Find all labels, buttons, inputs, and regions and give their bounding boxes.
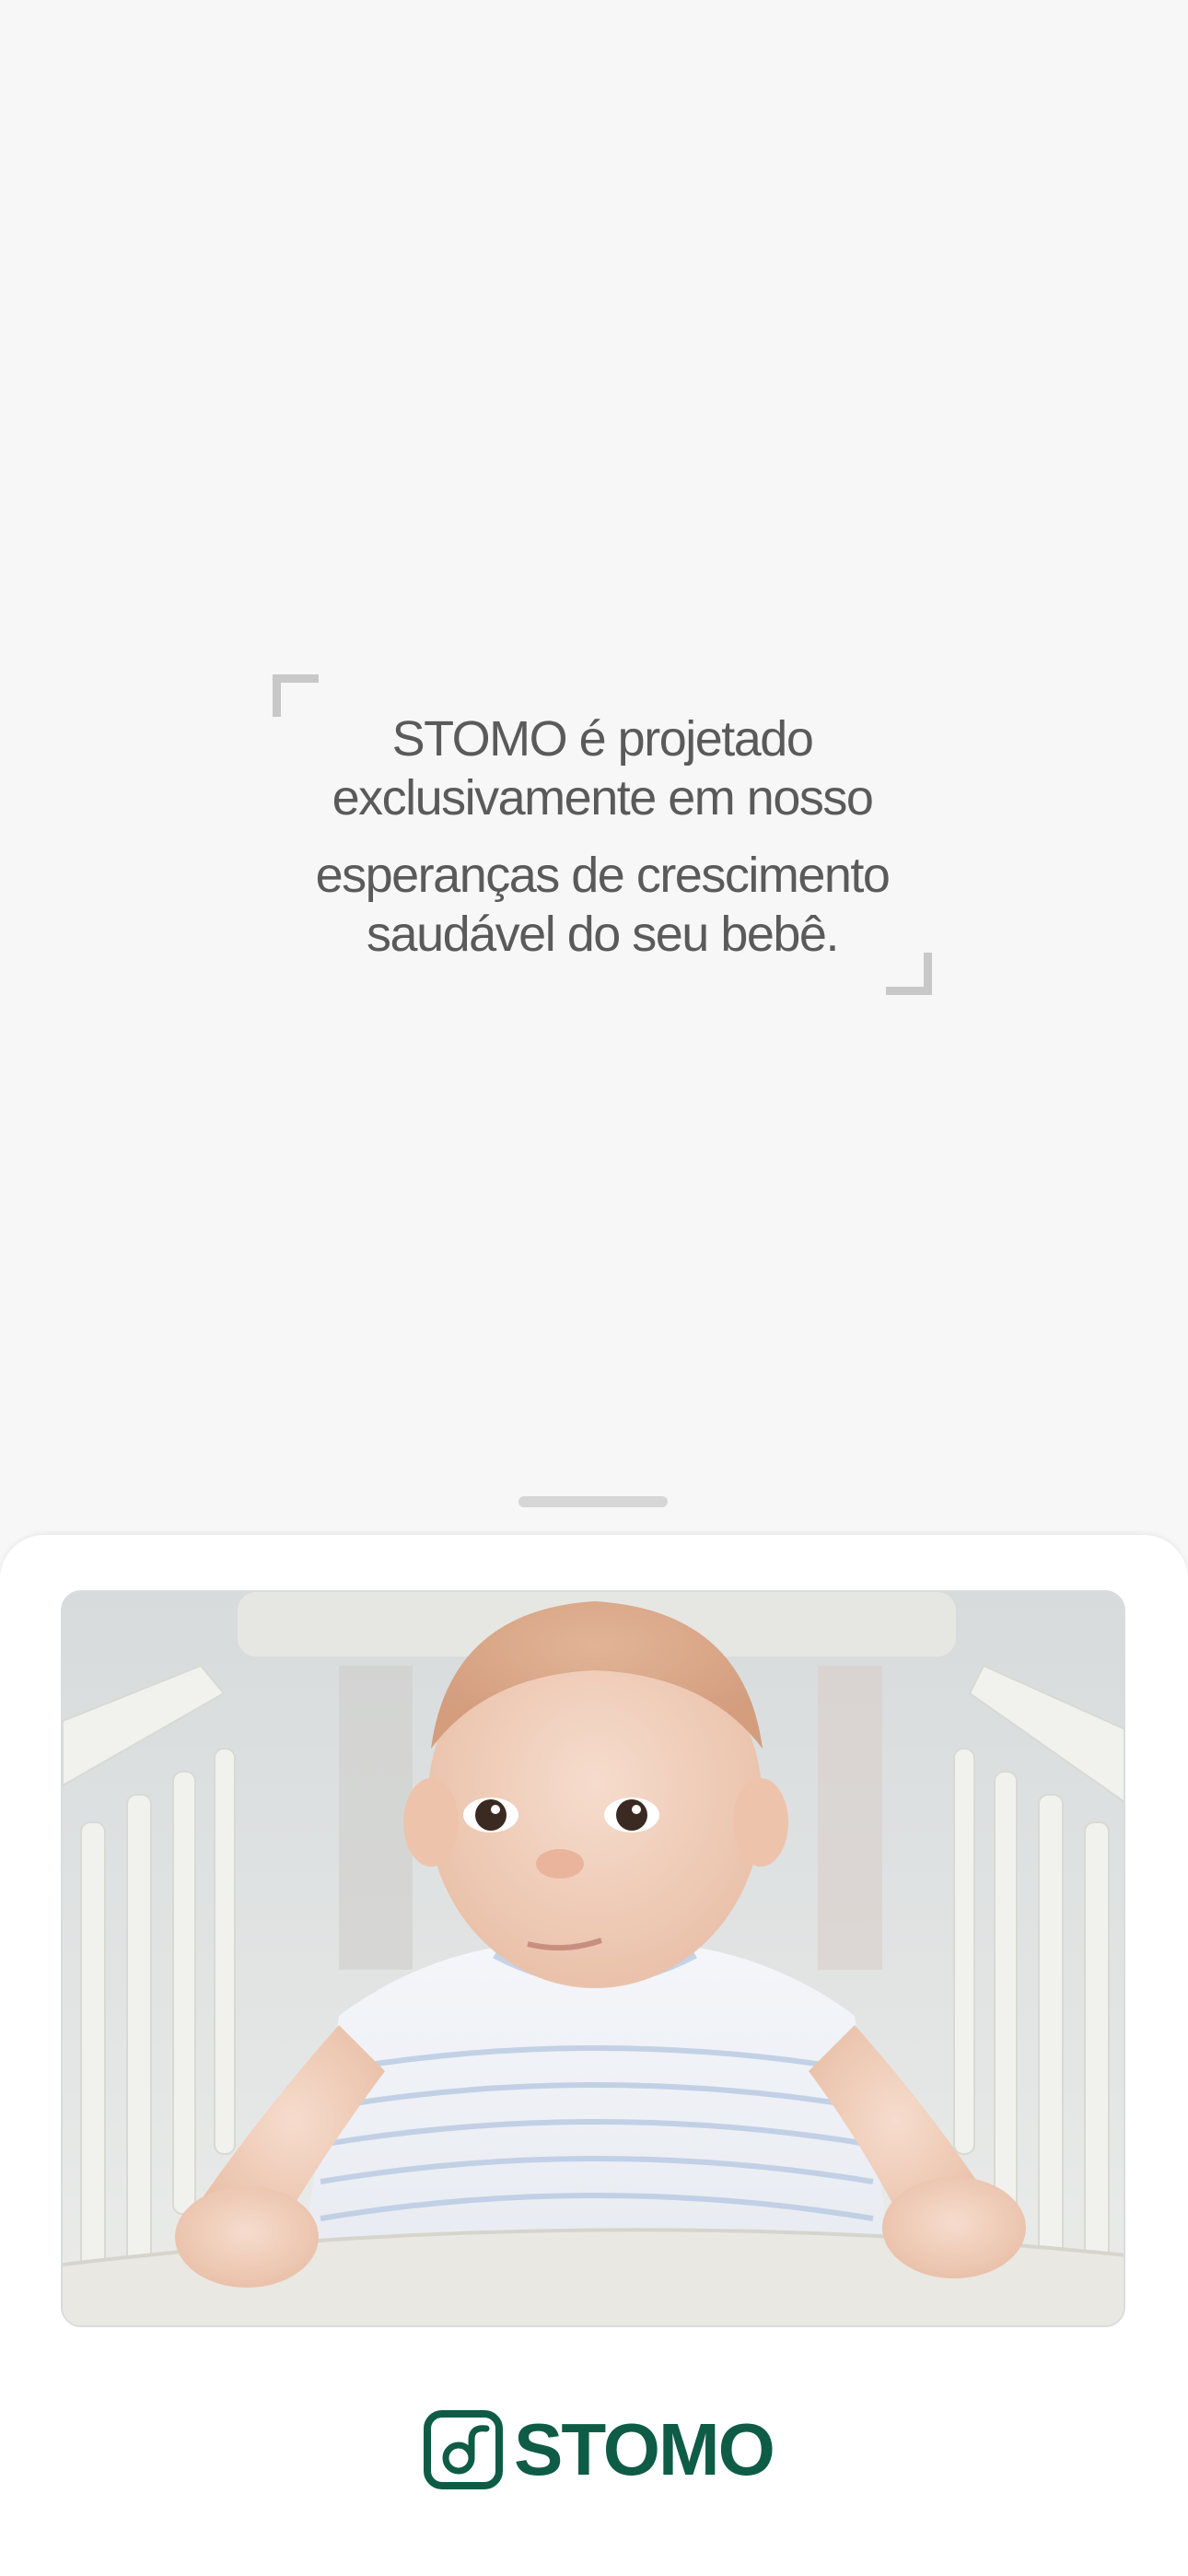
brand-name: STOMO <box>514 2408 775 2490</box>
quote-line-1: STOMO é projetado <box>391 711 814 767</box>
bottom-sheet: STOMO <box>0 1535 1188 2576</box>
sheet-drag-handle[interactable] <box>518 1496 668 1507</box>
quote-line-3: esperanças de crescimento <box>315 848 891 903</box>
stomo-logo-icon <box>424 2410 503 2489</box>
baby-in-crib-photo <box>61 1590 1125 2327</box>
quote-block: STOMO é projetado exclusivamente em noss… <box>273 674 932 995</box>
stomo-logo: STOMO <box>424 2408 775 2491</box>
screen: STOMO é projetado exclusivamente em noss… <box>0 0 1188 2576</box>
quote-close-bracket-icon <box>886 953 932 995</box>
quote-text: STOMO é projetado exclusivamente em noss… <box>273 709 932 964</box>
quote-line-2: exclusivamente em nosso <box>332 770 874 825</box>
quote-line-4: saudável do seu bebê. <box>367 907 839 962</box>
